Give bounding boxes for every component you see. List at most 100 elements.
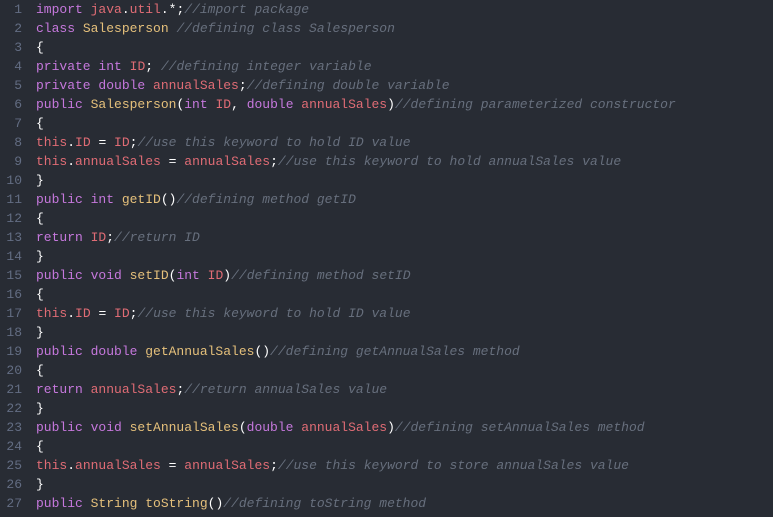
token-punc: { <box>36 211 44 226</box>
token-type: double <box>98 78 153 93</box>
token-punc: } <box>36 401 44 416</box>
token-this: this <box>36 306 67 321</box>
code-line: { <box>36 209 773 228</box>
token-this: this <box>36 458 67 473</box>
line-number: 22 <box>6 399 22 418</box>
token-str: String <box>91 496 146 511</box>
line-number: 13 <box>6 228 22 247</box>
token-kw: public <box>36 97 91 112</box>
token-ident: annualSales <box>301 420 387 435</box>
token-punc: . <box>122 2 130 17</box>
code-line: } <box>36 475 773 494</box>
token-ident: ID <box>114 306 130 321</box>
token-ident: annualSales <box>301 97 387 112</box>
token-kw: public <box>36 420 91 435</box>
token-kw: private <box>36 78 98 93</box>
token-this: this <box>36 154 67 169</box>
token-fn: getAnnualSales <box>145 344 254 359</box>
token-cmt: //defining parameterized constructor <box>395 97 676 112</box>
code-line: private double annualSales;//defining do… <box>36 76 773 95</box>
line-number: 9 <box>6 152 22 171</box>
token-punc: { <box>36 363 44 378</box>
token-kw: public <box>36 496 91 511</box>
line-number: 18 <box>6 323 22 342</box>
code-editor: 1234567891011121314151617181920212223242… <box>0 0 773 517</box>
token-punc: { <box>36 40 44 55</box>
token-op: = <box>98 306 114 321</box>
token-ident: annualSales <box>91 382 177 397</box>
line-number: 15 <box>6 266 22 285</box>
line-number-gutter: 1234567891011121314151617181920212223242… <box>0 0 30 517</box>
code-line: public double getAnnualSales()//defining… <box>36 342 773 361</box>
line-number: 25 <box>6 456 22 475</box>
token-fn: getID <box>122 192 161 207</box>
token-fn: Salesperson <box>91 97 177 112</box>
token-ident: annualSales <box>184 154 270 169</box>
token-type: double <box>247 97 302 112</box>
token-punc: } <box>36 173 44 188</box>
token-punc: ) <box>387 97 395 112</box>
token-cmt: //use this keyword to hold ID value <box>137 135 410 150</box>
code-line: import java.util.*;//import package <box>36 0 773 19</box>
token-punc: ; <box>106 230 114 245</box>
code-line: { <box>36 361 773 380</box>
code-line: public Salesperson(int ID, double annual… <box>36 95 773 114</box>
token-punc: ; <box>145 59 161 74</box>
code-line: { <box>36 285 773 304</box>
token-cmt: //return annualSales value <box>184 382 387 397</box>
code-content[interactable]: import java.util.*;//import packageclass… <box>30 0 773 517</box>
line-number: 7 <box>6 114 22 133</box>
code-line: this.annualSales = annualSales;//use thi… <box>36 152 773 171</box>
token-cmt: //return ID <box>114 230 200 245</box>
line-number: 12 <box>6 209 22 228</box>
line-number: 17 <box>6 304 22 323</box>
line-number: 26 <box>6 475 22 494</box>
token-cmt: //defining toString method <box>223 496 426 511</box>
token-punc: () <box>254 344 270 359</box>
code-line: public void setAnnualSales(double annual… <box>36 418 773 437</box>
line-number: 4 <box>6 57 22 76</box>
token-type: double <box>247 420 302 435</box>
token-kw: return <box>36 382 91 397</box>
token-kw: import <box>36 2 91 17</box>
token-punc: { <box>36 439 44 454</box>
code-line: this.ID = ID;//use this keyword to hold … <box>36 304 773 323</box>
code-line: { <box>36 38 773 57</box>
line-number: 1 <box>6 0 22 19</box>
code-line: } <box>36 171 773 190</box>
token-type: void <box>91 420 130 435</box>
code-line: } <box>36 247 773 266</box>
token-cmt: //defining method setID <box>231 268 410 283</box>
token-ident: annualSales <box>184 458 270 473</box>
line-number: 10 <box>6 171 22 190</box>
token-punc: ; <box>239 78 247 93</box>
token-cmt: //defining method getID <box>176 192 355 207</box>
token-cmt: //defining class Salesperson <box>176 21 394 36</box>
token-punc: ( <box>239 420 247 435</box>
token-op: = <box>169 458 185 473</box>
token-this: this <box>36 135 67 150</box>
token-punc: . <box>67 135 75 150</box>
code-line: } <box>36 399 773 418</box>
token-punc: ; <box>270 458 278 473</box>
token-punc: { <box>36 287 44 302</box>
token-ident: ID <box>114 135 130 150</box>
token-cmt: //import package <box>184 2 309 17</box>
token-cmt: //use this keyword to hold ID value <box>137 306 410 321</box>
token-prop: annualSales <box>75 154 169 169</box>
token-kw: private <box>36 59 98 74</box>
token-cmt: //use this keyword to store annualSales … <box>278 458 629 473</box>
token-punc: ) <box>387 420 395 435</box>
token-prop: annualSales <box>75 458 169 473</box>
token-op: = <box>169 154 185 169</box>
token-kw: public <box>36 192 91 207</box>
line-number: 3 <box>6 38 22 57</box>
token-punc: ; <box>270 154 278 169</box>
token-cmt: //defining double variable <box>247 78 450 93</box>
token-type: int <box>184 97 215 112</box>
token-kw: public <box>36 268 91 283</box>
token-punc: } <box>36 325 44 340</box>
token-fn: setAnnualSales <box>130 420 239 435</box>
token-prop: ID <box>75 135 98 150</box>
code-line: { <box>36 114 773 133</box>
